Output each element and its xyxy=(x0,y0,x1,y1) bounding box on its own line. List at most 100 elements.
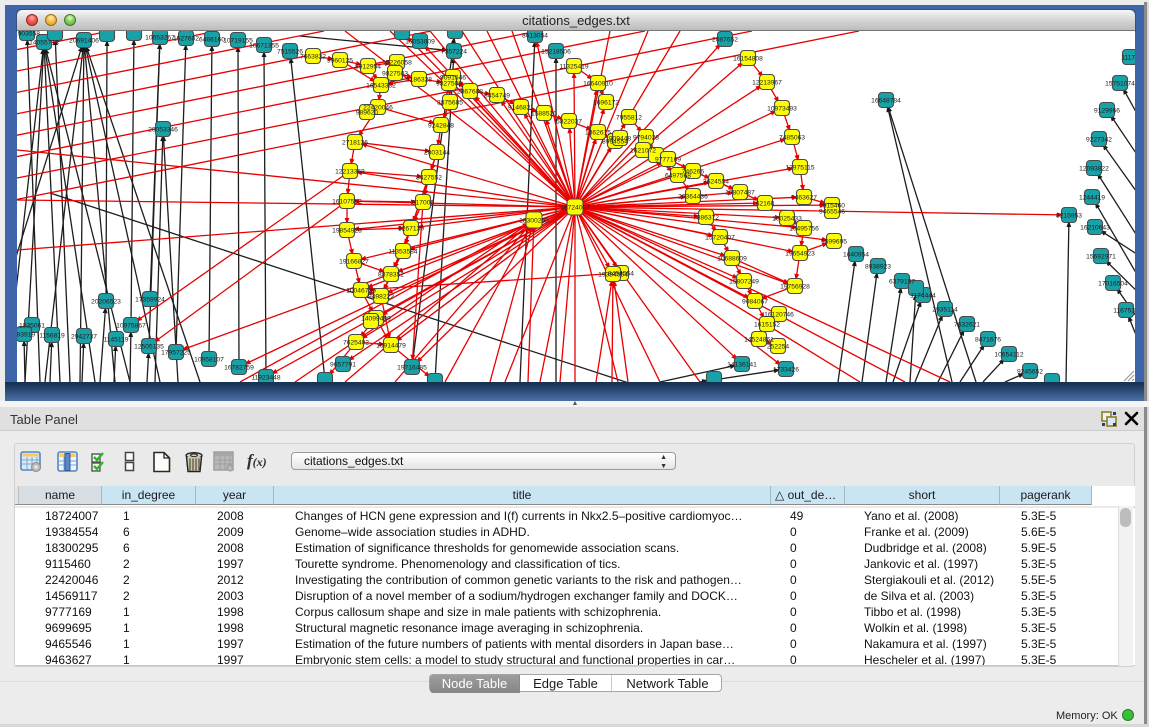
svg-text:9794028: 9794028 xyxy=(633,134,659,141)
svg-text:1156819: 1156819 xyxy=(39,332,65,339)
svg-text:15751074: 15751074 xyxy=(1105,80,1135,87)
svg-text:18724007: 18724007 xyxy=(560,205,590,212)
svg-text:19854923: 19854923 xyxy=(332,227,362,234)
svg-text:8613054: 8613054 xyxy=(522,32,548,39)
svg-text:10671355: 10671355 xyxy=(249,42,279,49)
svg-text:9084067: 9084067 xyxy=(742,298,768,305)
svg-text:1244419: 1244419 xyxy=(1079,194,1105,201)
svg-text:7625402: 7625402 xyxy=(343,339,369,346)
svg-text:62160: 62160 xyxy=(756,200,775,207)
svg-text:20364436: 20364436 xyxy=(678,193,708,200)
svg-text:1615152: 1615152 xyxy=(754,321,780,328)
svg-text:7663822: 7663822 xyxy=(300,53,326,60)
svg-text:1621072: 1621072 xyxy=(630,147,656,154)
svg-text:16782759: 16782759 xyxy=(224,364,254,371)
svg-text:9465546: 9465546 xyxy=(819,208,845,215)
svg-text:19716485: 19716485 xyxy=(397,364,427,371)
svg-text:15720407: 15720407 xyxy=(705,234,735,241)
svg-text:2935114: 2935114 xyxy=(932,306,958,313)
svg-text:7955812: 7955812 xyxy=(616,114,642,121)
svg-text:8454749: 8454749 xyxy=(484,92,510,99)
svg-text:2803144: 2803144 xyxy=(424,149,450,156)
svg-text:1174444: 1174444 xyxy=(910,292,936,299)
svg-text:11353584: 11353584 xyxy=(388,248,418,255)
svg-text:8471676: 8471676 xyxy=(975,336,1001,343)
svg-text:12505135: 12505135 xyxy=(134,343,164,350)
svg-text:1588520: 1588520 xyxy=(531,110,557,117)
svg-text:14055713: 14055713 xyxy=(29,39,59,46)
svg-text:9827508: 9827508 xyxy=(436,80,462,87)
svg-text:14524861: 14524861 xyxy=(744,336,774,343)
svg-text:15692971: 15692971 xyxy=(1086,253,1116,260)
svg-text:1527602: 1527602 xyxy=(173,35,199,42)
svg-text:9245652: 9245652 xyxy=(1017,368,1043,375)
svg-text:989620: 989620 xyxy=(356,109,379,116)
svg-text:9699695: 9699695 xyxy=(821,238,847,245)
svg-text:18300295: 18300295 xyxy=(519,218,549,225)
svg-text:16154808: 16154808 xyxy=(733,55,763,62)
svg-text:12213967: 12213967 xyxy=(752,79,782,86)
svg-text:9777169: 9777169 xyxy=(655,156,681,163)
svg-text:2718126: 2718126 xyxy=(342,139,368,146)
svg-text:20691406: 20691406 xyxy=(69,37,99,44)
svg-text:9960125: 9960125 xyxy=(327,57,353,64)
svg-text:8186328: 8186328 xyxy=(406,76,432,83)
svg-text:6466160: 6466160 xyxy=(199,36,225,43)
svg-text:16053809: 16053809 xyxy=(405,38,435,45)
svg-text:9129966: 9129966 xyxy=(1094,107,1120,114)
svg-text:12975115: 12975115 xyxy=(785,164,815,171)
svg-text:11923448: 11923448 xyxy=(251,374,281,381)
svg-text:10807487: 10807487 xyxy=(725,189,755,196)
svg-text:16120746: 16120746 xyxy=(764,311,794,318)
svg-text:6497568: 6497568 xyxy=(665,172,691,179)
svg-text:2867608: 2867608 xyxy=(457,88,483,95)
svg-text:10654112: 10654112 xyxy=(994,351,1024,358)
svg-text:6379197: 6379197 xyxy=(889,278,915,285)
svg-text:15807249: 15807249 xyxy=(729,278,759,285)
svg-text:10973493: 10973493 xyxy=(767,105,797,112)
svg-text:7357224: 7357224 xyxy=(441,48,467,55)
svg-text:19756928: 19756928 xyxy=(780,283,810,290)
svg-text:8267130: 8267130 xyxy=(398,225,424,232)
svg-text:9242848: 9242848 xyxy=(428,122,454,129)
svg-text:7485063: 7485063 xyxy=(779,134,805,141)
svg-text:10025433: 10025433 xyxy=(772,215,802,222)
svg-text:15226058: 15226058 xyxy=(382,59,412,66)
svg-text:1835061: 1835061 xyxy=(19,322,45,329)
svg-text:15218506: 15218506 xyxy=(541,48,571,55)
svg-text:1903558: 1903558 xyxy=(17,31,40,37)
svg-text:9227342: 9227342 xyxy=(1086,136,1112,143)
svg-text:9827503: 9827503 xyxy=(382,70,408,77)
svg-text:917006: 917006 xyxy=(412,199,435,206)
svg-text:252254: 252254 xyxy=(767,343,790,350)
svg-text:19166827: 19166827 xyxy=(339,258,369,265)
svg-text:183919: 183919 xyxy=(17,331,35,338)
svg-text:12093822: 12093822 xyxy=(1079,165,1109,172)
svg-text:7632621: 7632621 xyxy=(954,321,980,328)
svg-text:9498222: 9498222 xyxy=(368,293,394,300)
svg-text:3624554: 3624554 xyxy=(703,178,729,185)
svg-text:7386372: 7386372 xyxy=(693,214,719,221)
svg-text:19384554: 19384554 xyxy=(598,271,628,278)
svg-text:2942737: 2942737 xyxy=(71,333,97,340)
svg-text:1145119: 1145119 xyxy=(103,336,128,343)
svg-text:16914479: 16914479 xyxy=(376,342,406,349)
svg-text:17016504: 17016504 xyxy=(1098,280,1128,287)
svg-text:8215953: 8215953 xyxy=(1056,212,1082,219)
svg-text:16543382: 16543382 xyxy=(366,82,396,89)
svg-text:16107552: 16107552 xyxy=(332,198,362,205)
svg-text:16495756: 16495756 xyxy=(789,225,819,232)
svg-text:9657791: 9657791 xyxy=(330,361,356,368)
svg-text:8427552: 8427552 xyxy=(416,174,442,181)
svg-text:10653267: 10653267 xyxy=(145,34,175,41)
svg-text:16648784: 16648784 xyxy=(871,97,901,104)
svg-text:10975867: 10975867 xyxy=(116,322,146,329)
svg-text:2087652: 2087652 xyxy=(712,36,738,43)
svg-text:17359924: 17359924 xyxy=(135,296,165,303)
svg-text:1640954: 1640954 xyxy=(843,251,869,258)
svg-text:11325419: 11325419 xyxy=(559,63,589,70)
svg-text:1733426: 1733426 xyxy=(773,366,799,373)
svg-text:1696172: 1696172 xyxy=(593,99,619,106)
svg-text:14099489: 14099489 xyxy=(361,315,391,322)
svg-text:17957225: 17957225 xyxy=(161,349,191,356)
